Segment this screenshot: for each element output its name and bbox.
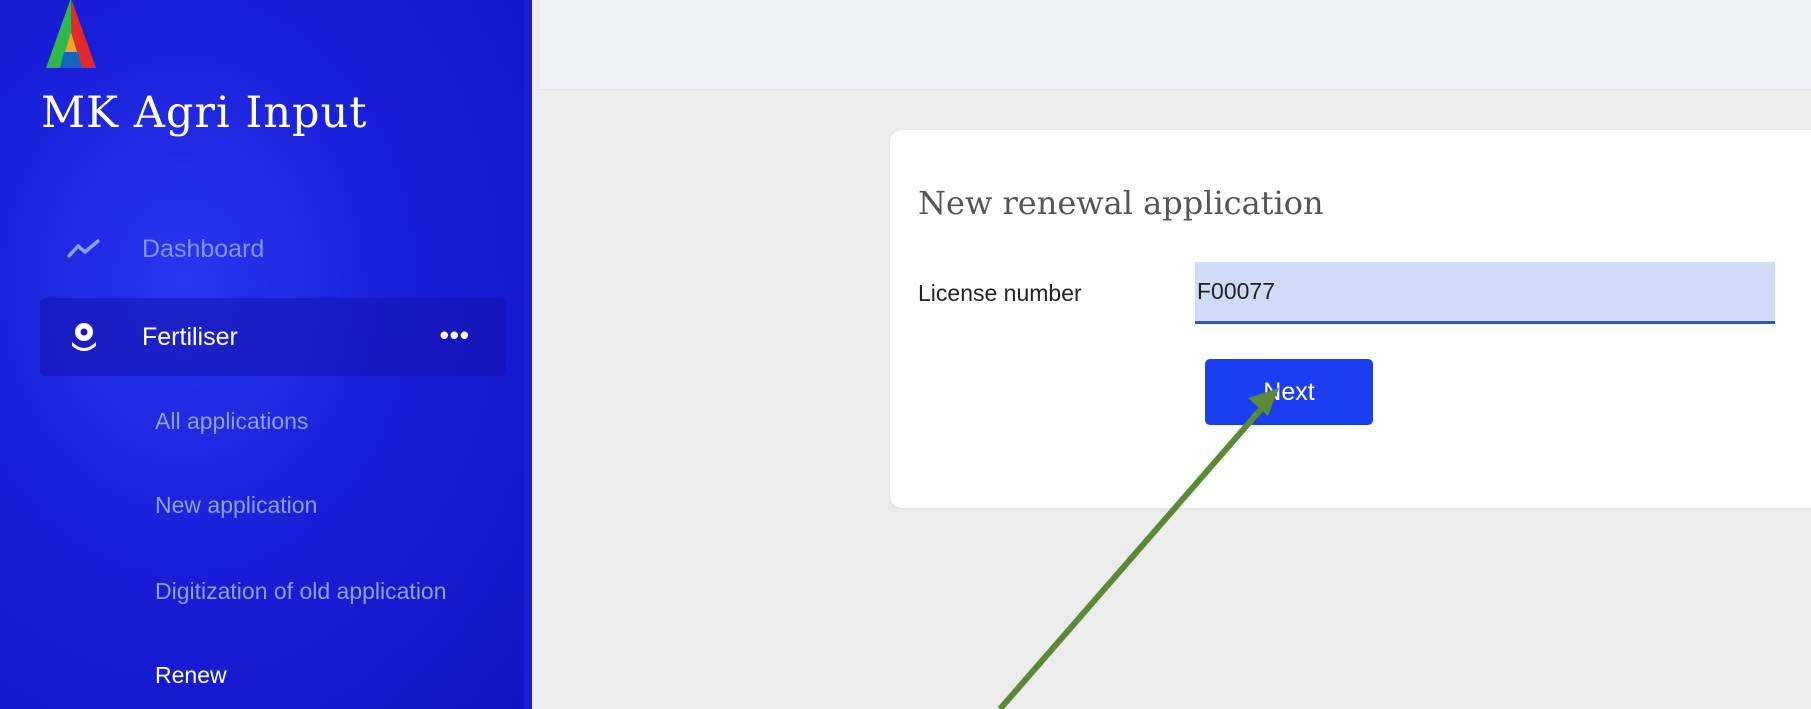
top-bar — [540, 0, 1811, 90]
renewal-form-card: New renewal application License number N… — [890, 130, 1811, 508]
sidebar-item-dashboard[interactable]: Dashboard — [40, 210, 506, 288]
logo-icon — [46, 0, 96, 68]
trend-line-icon — [62, 238, 106, 260]
license-number-input[interactable] — [1195, 262, 1775, 324]
sidebar-item-fertiliser[interactable]: Fertiliser ••• — [40, 298, 506, 376]
sidebar: MK Agri Input Dashboard Fertiliser ••• A… — [0, 0, 532, 709]
sidebar-item-label: Dashboard — [142, 234, 265, 263]
more-options-icon[interactable]: ••• — [440, 320, 470, 351]
license-number-label: License number — [918, 280, 1082, 306]
next-button[interactable]: Next — [1205, 359, 1373, 425]
sidebar-subitem-all-applications[interactable]: All applications — [155, 408, 308, 435]
sidebar-item-label: Fertiliser — [142, 322, 238, 351]
sidebar-subitem-renew[interactable]: Renew — [155, 662, 227, 689]
sidebar-subitem-digitization[interactable]: Digitization of old application — [155, 578, 447, 605]
brand-title: MK Agri Input — [41, 88, 368, 138]
form-title: New renewal application — [918, 184, 1324, 222]
flower-icon — [62, 322, 106, 352]
sidebar-subitem-new-application[interactable]: New application — [155, 492, 317, 519]
